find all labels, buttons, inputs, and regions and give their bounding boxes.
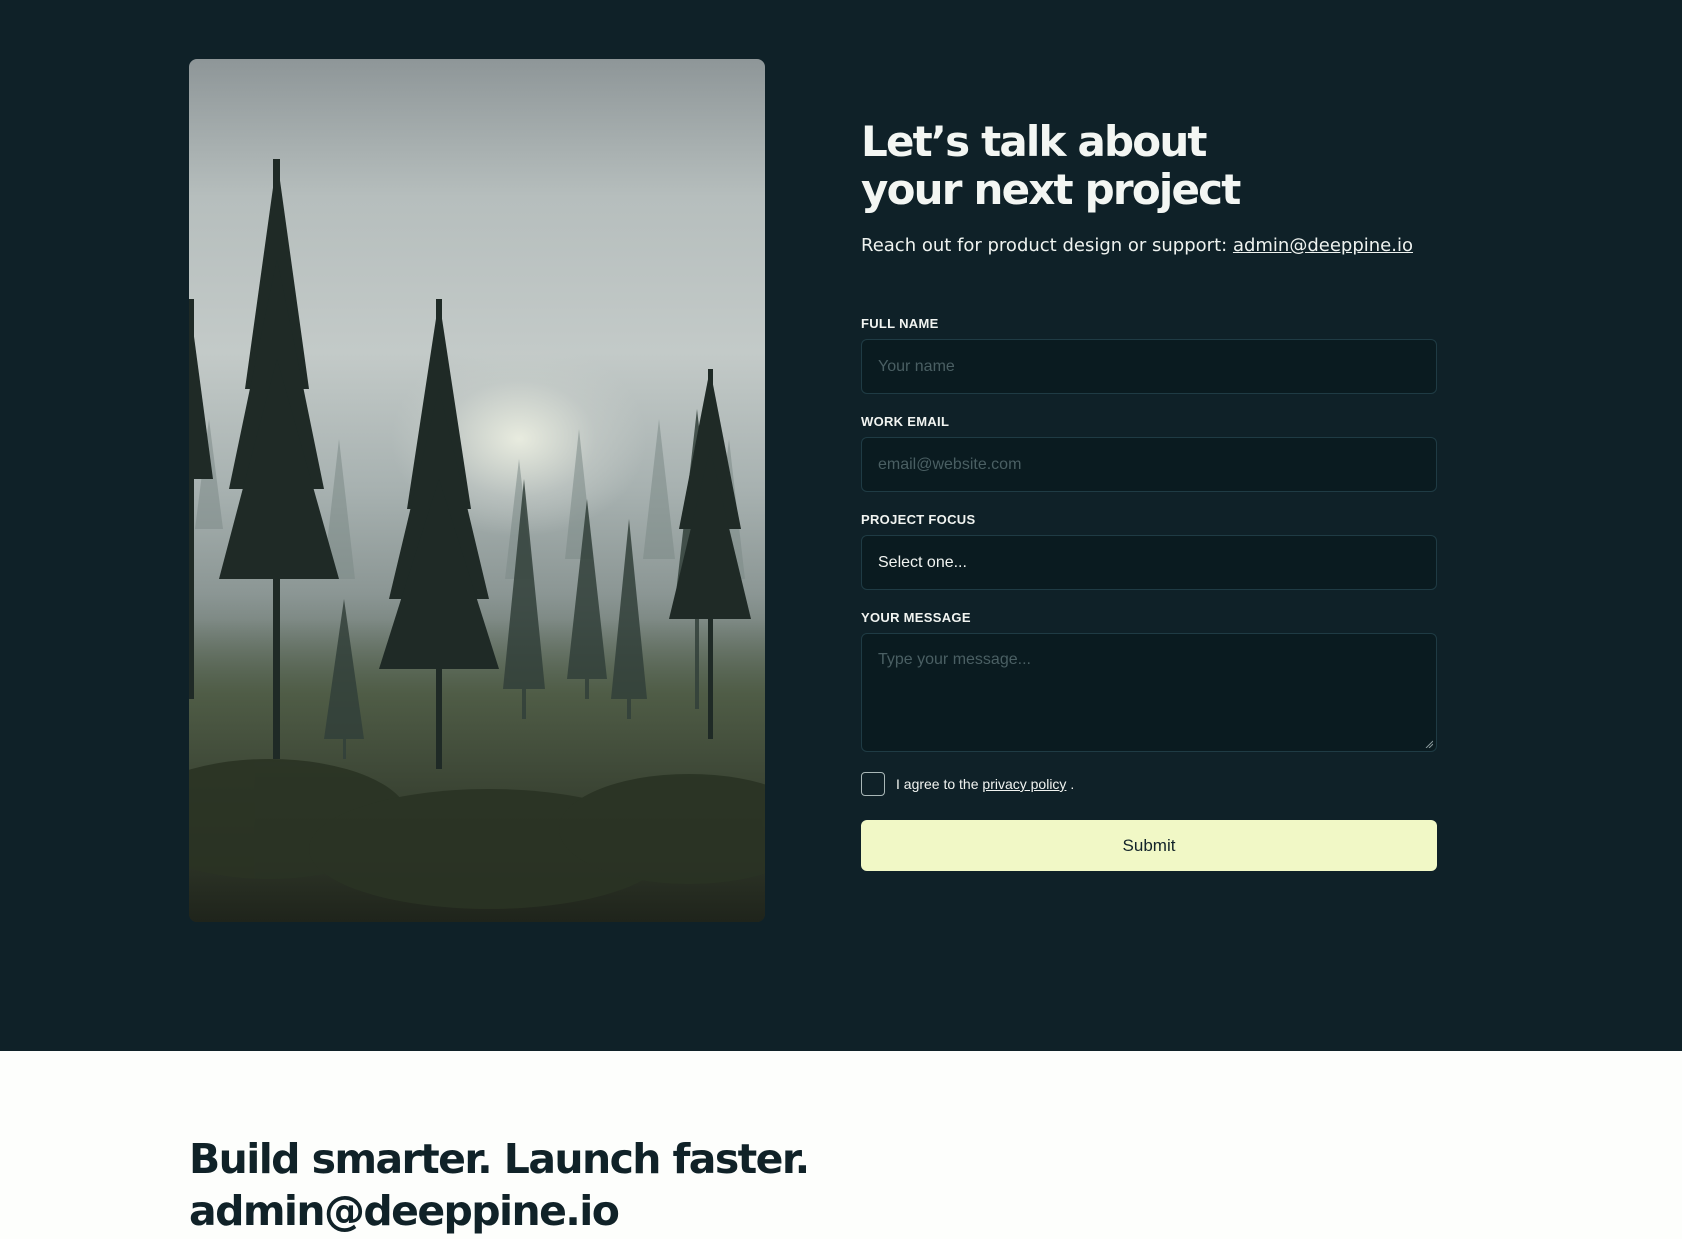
submit-button[interactable]: Submit [861, 820, 1437, 871]
project-focus-value: Select one... [878, 553, 967, 571]
privacy-policy-link[interactable]: privacy policy [982, 776, 1066, 792]
subline-text: Reach out for product design or support: [861, 235, 1228, 256]
headline-line-2: your next project [861, 165, 1241, 214]
work-email-placeholder: email@website.com [878, 455, 1022, 473]
full-name-label: FULL NAME [861, 316, 939, 331]
work-email-input[interactable]: email@website.com [861, 437, 1437, 492]
contact-form-column: Let’s talk about your next project Reach… [861, 118, 1437, 871]
privacy-checkbox[interactable] [861, 772, 885, 796]
contact-section: Let’s talk about your next project Reach… [0, 0, 1682, 1051]
footer-tagline: Build smarter. Launch faster. [189, 1135, 810, 1183]
work-email-label: WORK EMAIL [861, 414, 950, 429]
full-name-placeholder: Your name [878, 357, 955, 375]
footer: Build smarter. Launch faster. admin@deep… [0, 1051, 1682, 1239]
full-name-input[interactable]: Your name [861, 339, 1437, 394]
privacy-consent-prefix: I agree to the [896, 776, 979, 792]
message-label: YOUR MESSAGE [861, 610, 971, 625]
page-title: Let’s talk about your next project [861, 118, 1437, 214]
footer-tagline-block: Build smarter. Launch faster. admin@deep… [189, 1133, 810, 1237]
footer-email[interactable]: admin@deeppine.io [189, 1185, 809, 1237]
textarea-resize-icon[interactable] [1425, 740, 1433, 748]
message-textarea[interactable]: Type your message... [861, 633, 1437, 752]
forest-photo [189, 59, 765, 922]
privacy-consent-text: I agree to the privacy policy . [896, 776, 1074, 792]
contact-subline: Reach out for product design or support:… [861, 234, 1437, 258]
message-placeholder: Type your message... [878, 651, 1031, 668]
project-focus-label: PROJECT FOCUS [861, 512, 976, 527]
headline-line-1: Let’s talk about [861, 117, 1208, 166]
privacy-consent-suffix: . [1070, 776, 1075, 792]
project-focus-select[interactable]: Select one... [861, 535, 1437, 590]
privacy-consent-row: I agree to the privacy policy . [861, 772, 1437, 796]
contact-email-link[interactable]: admin@deeppine.io [1233, 235, 1413, 256]
